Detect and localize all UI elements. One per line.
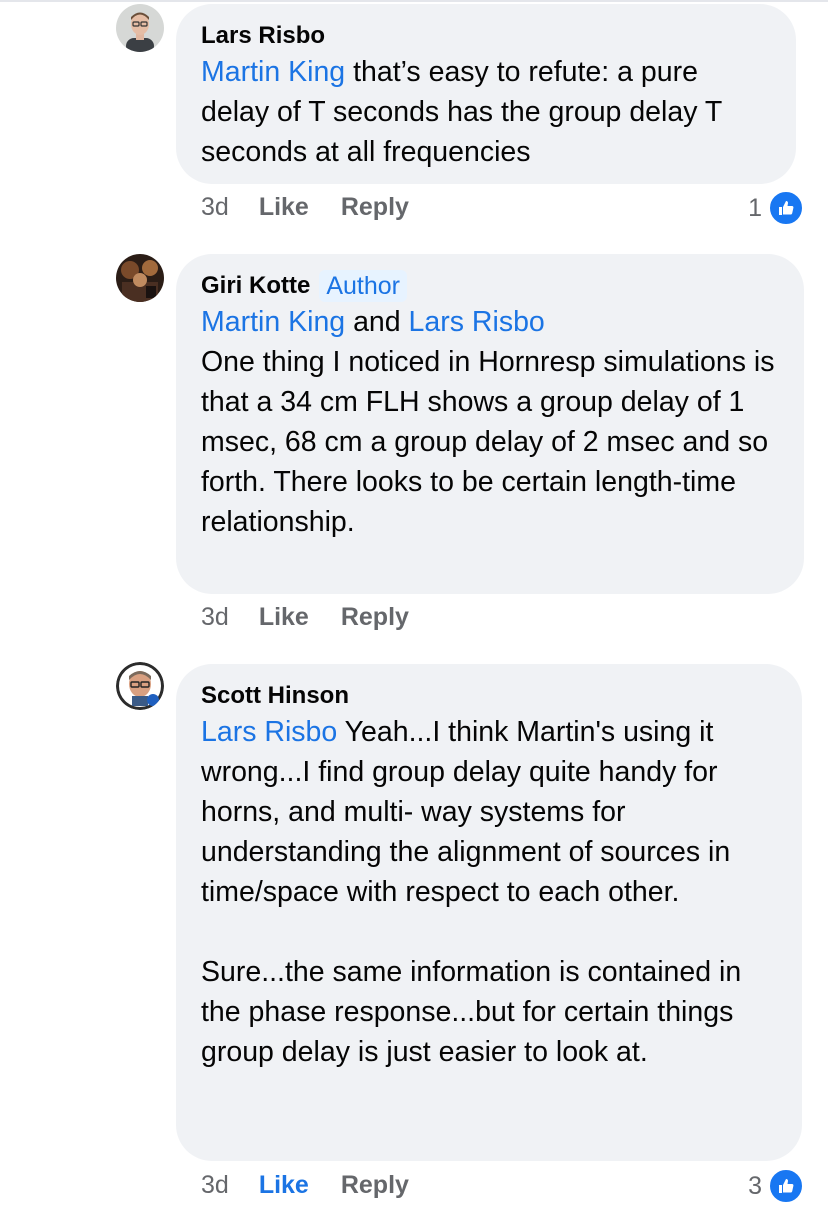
divider bbox=[0, 0, 828, 2]
comment-text: Martin King that’s easy to refute: a pur… bbox=[201, 52, 771, 172]
mention-link[interactable]: Lars Risbo bbox=[201, 716, 337, 748]
reaction-summary[interactable]: 3 bbox=[748, 1168, 804, 1204]
comment-text: Lars Risbo Yeah...I think Martin's using… bbox=[201, 712, 777, 912]
reaction-count: 1 bbox=[748, 193, 762, 222]
reply-button[interactable]: Reply bbox=[341, 603, 409, 632]
comment-author[interactable]: Scott Hinson bbox=[201, 682, 349, 710]
mention-link[interactable]: Martin King bbox=[201, 306, 345, 338]
comment-actions: 3d Like Reply bbox=[201, 193, 441, 222]
reply-button[interactable]: Reply bbox=[341, 193, 409, 222]
thumbs-up-icon bbox=[768, 1168, 804, 1204]
comment-actions: 3d Like Reply bbox=[201, 1171, 441, 1200]
mention-link[interactable]: Martin King bbox=[201, 56, 345, 88]
comment-actions: 3d Like Reply bbox=[201, 603, 441, 632]
thumbs-up-icon bbox=[768, 190, 804, 226]
comment-body-paragraph-2: Sure...the same information is contained… bbox=[201, 956, 750, 1068]
reaction-summary[interactable]: 1 bbox=[748, 190, 804, 226]
comment-bubble: Lars Risbo Martin King that’s easy to re… bbox=[176, 4, 796, 184]
comment-bubble: Scott Hinson Lars Risbo Yeah...I think M… bbox=[176, 664, 802, 1161]
comment-timestamp[interactable]: 3d bbox=[201, 193, 229, 222]
avatar[interactable] bbox=[116, 254, 164, 302]
mention-connector: and bbox=[345, 306, 409, 338]
mention-link[interactable]: Lars Risbo bbox=[409, 306, 545, 338]
like-button[interactable]: Like bbox=[259, 1171, 309, 1200]
like-button[interactable]: Like bbox=[259, 603, 309, 632]
comment-body: One thing I noticed in Hornresp simulati… bbox=[201, 346, 783, 538]
like-button[interactable]: Like bbox=[259, 193, 309, 222]
reaction-count: 3 bbox=[748, 1171, 762, 1200]
avatar[interactable] bbox=[116, 662, 164, 710]
comment-author[interactable]: Giri Kotte bbox=[201, 272, 310, 300]
avatar-image bbox=[116, 662, 164, 710]
comment-timestamp[interactable]: 3d bbox=[201, 603, 229, 632]
comment-timestamp[interactable]: 3d bbox=[201, 1171, 229, 1200]
reply-button[interactable]: Reply bbox=[341, 1171, 409, 1200]
comment-bubble: Giri Kotte Author Martin King and Lars R… bbox=[176, 254, 804, 594]
avatar-image bbox=[116, 254, 164, 302]
comment-author[interactable]: Lars Risbo bbox=[201, 22, 325, 50]
author-badge: Author bbox=[319, 270, 408, 302]
comment-text: Martin King and Lars Risbo bbox=[201, 302, 779, 342]
avatar-image bbox=[116, 4, 164, 52]
avatar[interactable] bbox=[116, 4, 164, 52]
